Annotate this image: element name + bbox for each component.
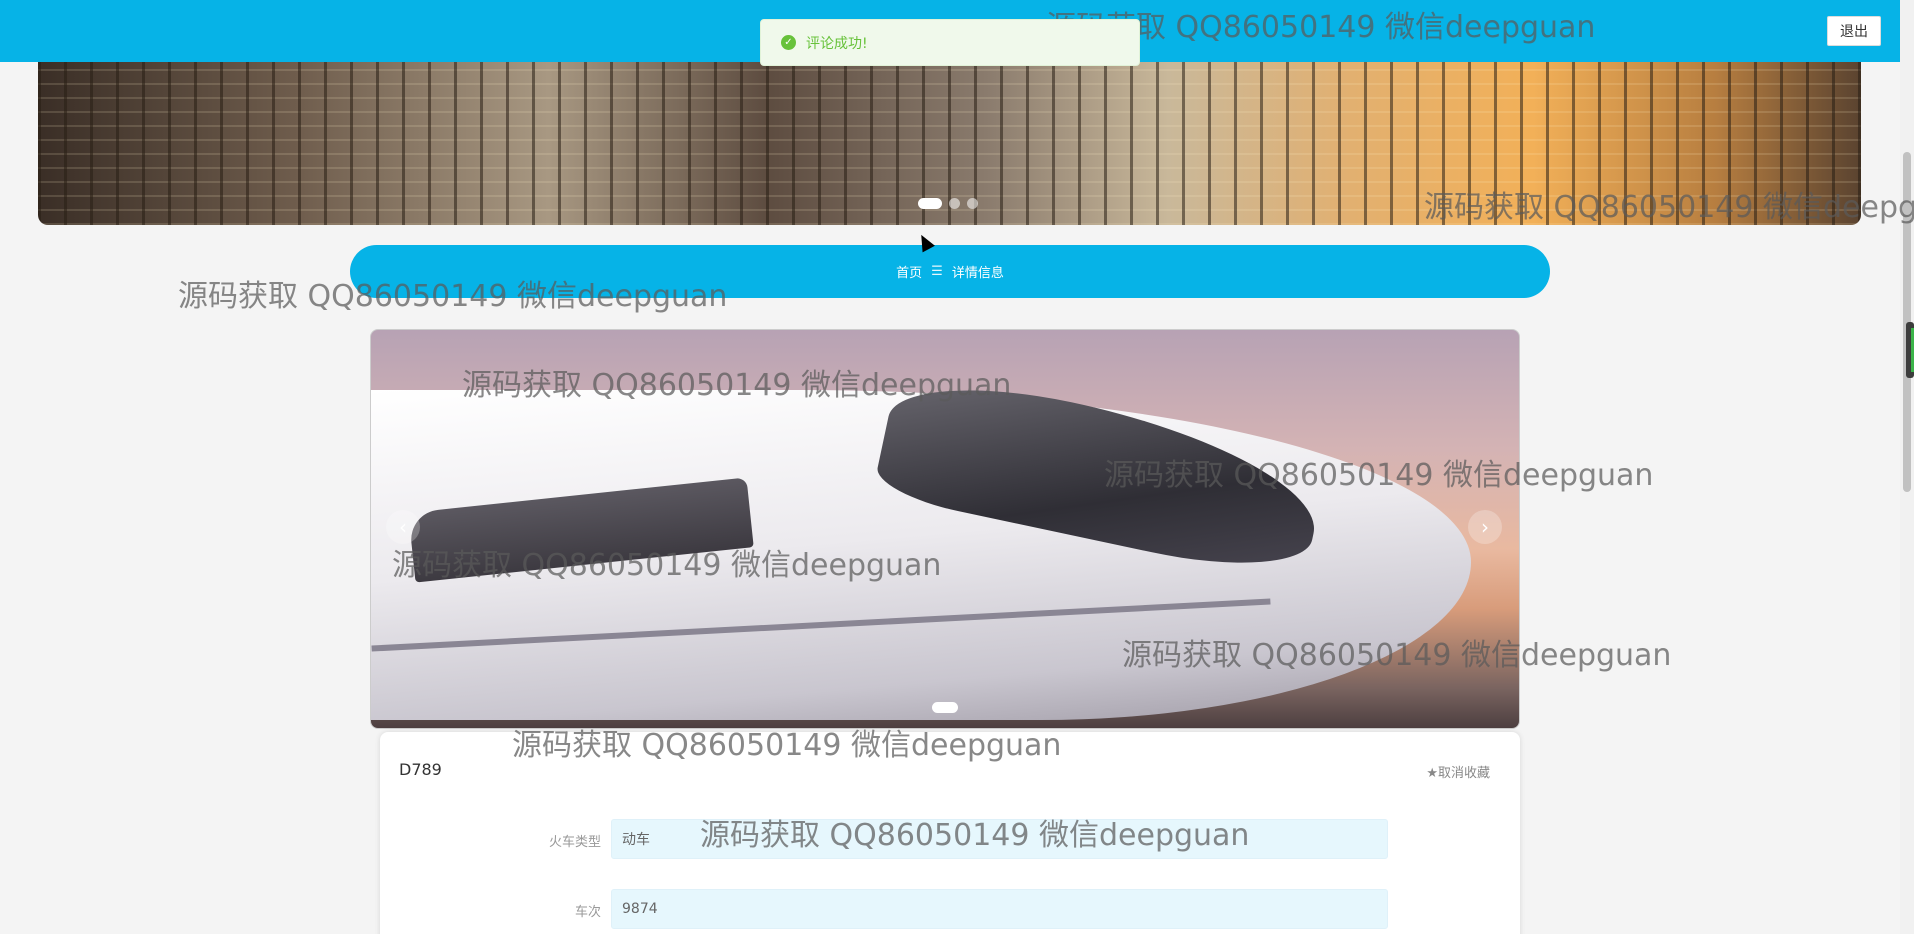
success-toast: ✓ 评论成功!	[760, 19, 1140, 66]
breadcrumb: 首页 ☰ 详情信息	[350, 245, 1550, 298]
breadcrumb-home-link[interactable]: 首页	[896, 262, 922, 281]
field-label-train-type: 火车类型	[548, 835, 601, 850]
unfavorite-button[interactable]: ★取消收藏	[1426, 762, 1490, 781]
carousel-prev-icon[interactable]: ‹	[386, 510, 420, 544]
toast-message: 评论成功!	[806, 35, 868, 52]
banner-dot-3[interactable]	[967, 198, 978, 209]
detail-card: D789 ★取消收藏 火车类型 动车 车次 9874	[380, 732, 1520, 934]
carousel-next-icon[interactable]: ›	[1468, 510, 1502, 544]
train-number-title: D789	[399, 760, 442, 779]
breadcrumb-current: 详情信息	[951, 266, 1004, 281]
side-widget-icon[interactable]	[1906, 322, 1914, 378]
banner-dot-2[interactable]	[949, 198, 960, 209]
check-circle-icon: ✓	[781, 35, 796, 50]
logout-button[interactable]: 退出	[1827, 16, 1881, 46]
field-label-train-no: 车次	[574, 905, 601, 920]
field-train-no[interactable]: 9874	[611, 889, 1388, 929]
breadcrumb-separator-icon: ☰	[931, 264, 943, 279]
field-train-type[interactable]: 动车	[611, 819, 1388, 859]
carousel-indicator[interactable]	[932, 702, 958, 713]
banner-dot-1[interactable]	[918, 198, 942, 209]
detail-image-carousel	[370, 329, 1520, 729]
banner-indicators	[918, 198, 978, 209]
